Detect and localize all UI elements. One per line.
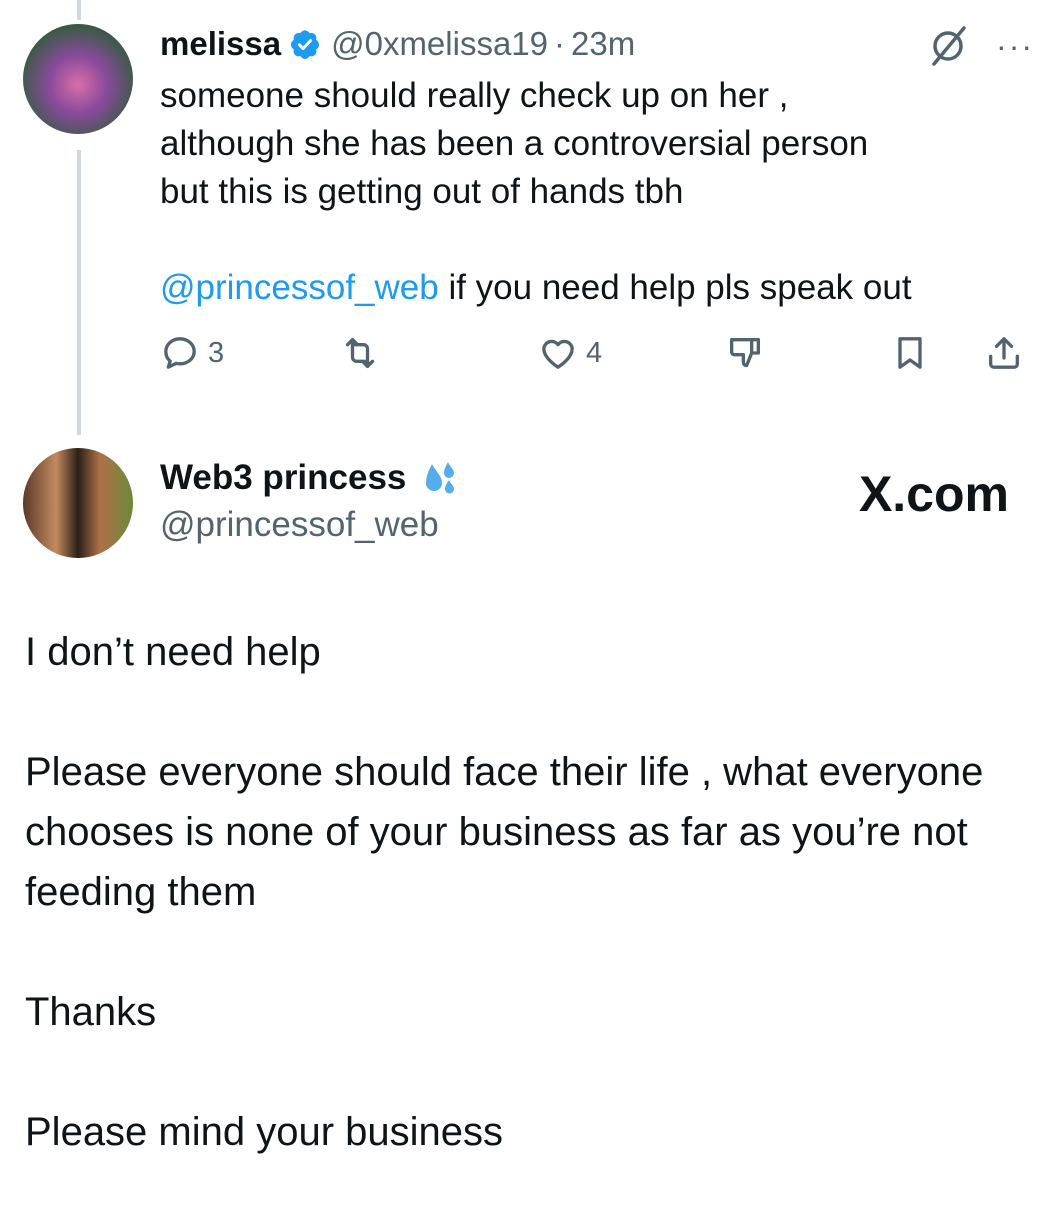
repost-button[interactable] (340, 333, 380, 373)
share-icon (989, 337, 1019, 369)
thumbs-down-icon (730, 338, 760, 368)
mention-text: if you need help pls speak out (438, 268, 912, 307)
tweet1-actions: 3 4 (160, 333, 1030, 377)
tweet-paragraph: Please mind your business (25, 1110, 504, 1154)
reply-button[interactable]: 3 (160, 333, 224, 373)
tweet1-header: melissa @0xmelissa19 · 23m ··· (160, 22, 1034, 66)
sweat-droplets-icon (426, 462, 455, 494)
grok-icon[interactable] (926, 24, 970, 68)
melissa-avatar[interactable] (23, 24, 133, 134)
bookmark-button[interactable] (890, 333, 930, 373)
web3-princess-avatar[interactable] (23, 448, 133, 558)
tweet-line: someone should really check up on her , (160, 76, 789, 115)
verified-badge-icon (291, 30, 320, 59)
tweet-line: although she has been a controversial pe… (160, 124, 869, 163)
author-name[interactable]: Web3 princess (160, 458, 406, 498)
like-button[interactable]: 4 (538, 333, 602, 373)
author-handle[interactable]: @0xmelissa19 (331, 25, 548, 63)
bookmark-icon (898, 337, 922, 369)
tweet-paragraph: Thanks (25, 990, 157, 1034)
downvote-button[interactable] (725, 333, 765, 373)
timestamp[interactable]: 23m (571, 25, 635, 63)
mention-link[interactable]: @princessof_web (160, 268, 439, 307)
separator-dot: · (554, 25, 566, 62)
tweet1-text: someone should really check up on her , … (160, 72, 1030, 312)
tweet2-text: I don’t need help Please everyone should… (25, 622, 1035, 1222)
reply-count: 3 (208, 336, 225, 369)
thread-line (77, 150, 81, 435)
repost-icon (345, 338, 375, 368)
share-button[interactable] (984, 333, 1024, 373)
heart-icon (542, 339, 574, 369)
like-count: 4 (586, 336, 603, 369)
thread-line-top (77, 0, 81, 20)
author-name[interactable]: melissa (160, 25, 281, 63)
tweet2-author[interactable]: Web3 princess (160, 458, 462, 498)
header-actions: ··· (926, 24, 1034, 68)
tweet-mention-line: @princessof_web if you need help pls spe… (160, 264, 1030, 312)
author-handle[interactable]: @princessof_web (160, 505, 439, 545)
x-com-logo: X.com (858, 466, 1009, 522)
more-options-icon[interactable]: ··· (996, 30, 1034, 62)
reply-icon (164, 337, 196, 369)
tweet-paragraph: Please everyone should face their life ,… (25, 750, 984, 914)
tweet-paragraph: I don’t need help (25, 630, 321, 674)
tweet-line: but this is getting out of hands tbh (160, 172, 684, 211)
